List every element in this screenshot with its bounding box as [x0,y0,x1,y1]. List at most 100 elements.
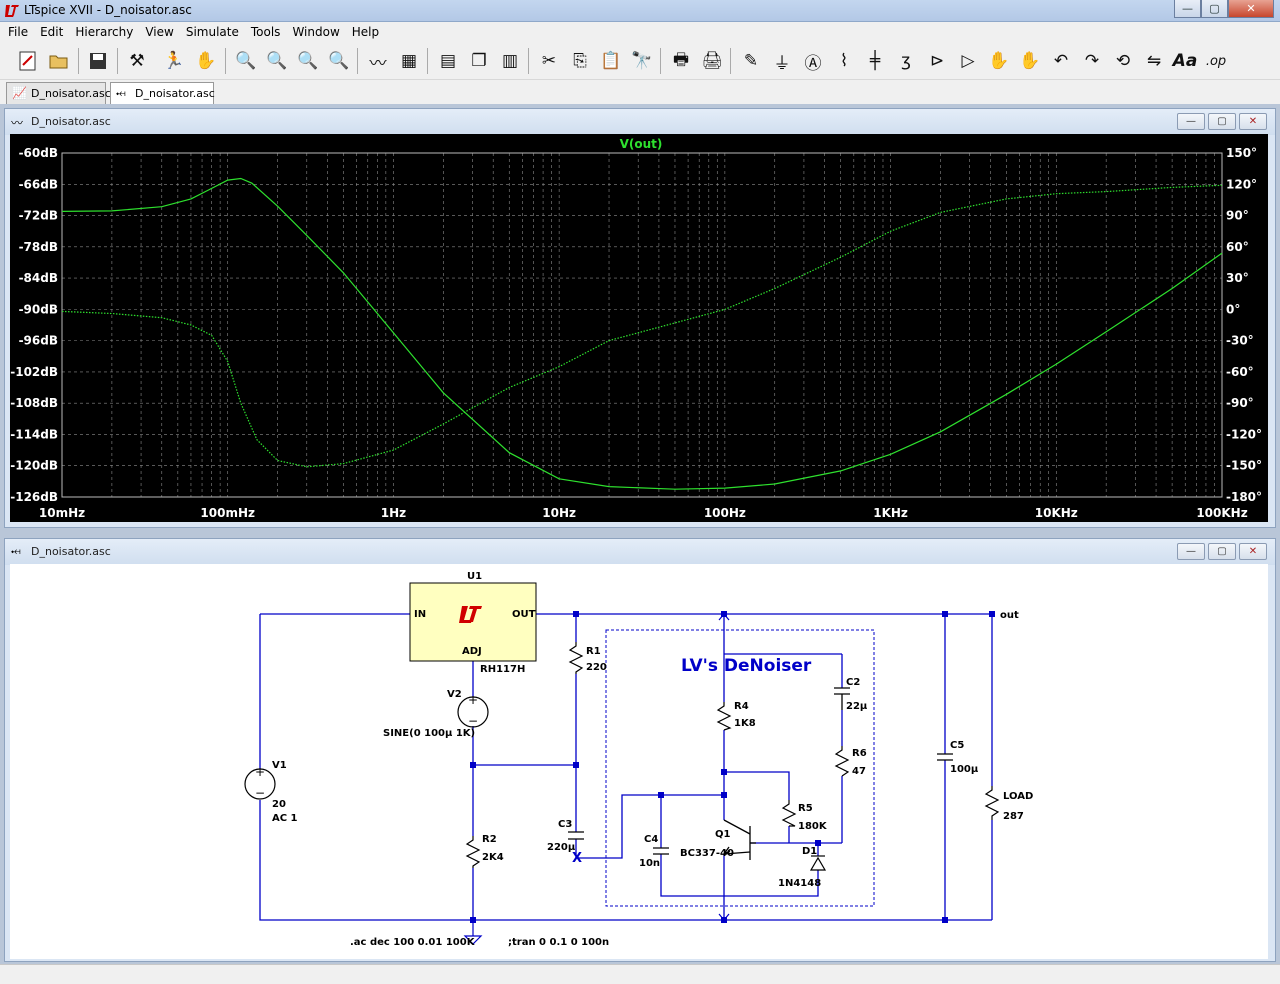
y-right-tick-label: -90° [1226,396,1254,410]
resistor-icon[interactable]: ⌇ [830,47,858,75]
find-icon[interactable]: 🔭 [628,47,656,75]
waveform-maximize-button[interactable]: ▢ [1208,113,1236,130]
svg-text:−: − [255,786,265,800]
text-icon[interactable]: Aa [1171,47,1199,75]
autorange-icon[interactable]: 〰 [364,47,392,75]
y-right-tick-label: 120° [1226,177,1257,191]
y-right-tick-label: 60° [1226,240,1249,254]
chart-title: V(out) [620,137,663,151]
paste-icon[interactable]: 📋 [597,47,625,75]
x-tick-label: 1Hz [381,506,406,520]
control-panel-icon[interactable]: ⚒ [123,47,151,75]
rotate-icon[interactable]: ⟲ [1109,47,1137,75]
y-left-tick-label: -126dB [10,490,58,504]
v1-extra: AC 1 [272,813,298,824]
c2-value: 22μ [846,701,868,712]
save-icon[interactable] [84,47,112,75]
ac-directive[interactable]: .ac dec 100 0.01 100K [350,937,476,948]
y-right-tick-label: -30° [1226,334,1254,348]
waveform-window-titlebar[interactable]: 〰 D_noisator.asc — ▢ ✕ [5,109,1275,135]
menu-hierarchy[interactable]: Hierarchy [69,25,139,39]
r5-resistor [781,800,797,827]
plot-grid [61,152,1222,498]
tran-directive[interactable]: ;tran 0 0.1 0 100n [508,937,609,948]
r2-resistor [465,836,481,868]
draw-wire-icon[interactable]: ✎ [737,47,765,75]
r6-ref: R6 [852,748,867,759]
r2-value: 2K4 [482,852,504,863]
schematic-minimize-button[interactable]: — [1177,543,1205,560]
no-connect-marker: X [572,851,582,866]
y-left-tick-label: -66dB [19,177,58,191]
halt-icon[interactable]: ✋ [192,47,220,75]
close-button[interactable]: ✕ [1228,0,1274,18]
tile-vertical-icon[interactable]: ▥ [496,47,524,75]
waveform-minimize-button[interactable]: — [1177,113,1205,130]
y-right-tick-label: -180° [1226,490,1262,504]
view-fft-icon[interactable]: ▦ [395,47,423,75]
spice-directive-icon[interactable]: .op [1202,47,1230,75]
ground-icon[interactable]: ⏚ [768,47,796,75]
zoom-cancel-icon[interactable]: 🔍 [325,47,353,75]
v2-source[interactable]: + − [457,693,489,728]
load-ref: LOAD [1003,791,1033,802]
schematic-close-button[interactable]: ✕ [1239,543,1267,560]
capacitor-icon[interactable]: ╪ [861,47,889,75]
x-tick-label: 1KHz [873,506,908,520]
open-icon[interactable] [45,47,73,75]
tab-schematic[interactable]: ⤟ D_noisator.asc [110,82,215,104]
menu-edit[interactable]: Edit [34,25,69,39]
y-left-tick-label: -84dB [19,271,58,285]
v1-value: 20 [272,799,286,810]
diode-icon[interactable]: ⊳ [923,47,951,75]
component-icon[interactable]: ▷ [954,47,982,75]
minimize-button[interactable]: — [1174,0,1201,18]
schematic-window-titlebar[interactable]: ⤟ D_noisator.asc — ▢ ✕ [5,539,1275,565]
net-out-label: out [1000,610,1019,621]
tab-label: D_noisator.asc [31,87,111,100]
menu-tools[interactable]: Tools [245,25,287,39]
cascade-icon[interactable]: ❐ [465,47,493,75]
print-icon[interactable]: 🖶 [667,47,695,75]
menu-file[interactable]: File [2,25,34,39]
d1-diode[interactable] [809,855,827,871]
tile-horizontal-icon[interactable]: ▤ [434,47,462,75]
print-setup-icon[interactable]: 🖨 [698,47,726,75]
move-icon[interactable]: ✋ [985,47,1013,75]
q1-value: BC337-40 [680,848,734,859]
menu-simulate[interactable]: Simulate [180,25,245,39]
v1-source[interactable]: + − [244,765,276,800]
new-schematic-icon[interactable] [14,47,42,75]
x-tick-label: 100KHz [1196,506,1247,520]
redo-icon[interactable]: ↷ [1078,47,1106,75]
y-left-tick-label: -102dB [10,365,58,379]
maximize-button[interactable]: ▢ [1201,0,1228,18]
waveform-close-button[interactable]: ✕ [1239,113,1267,130]
run-icon[interactable]: 🏃 [160,47,188,75]
y-left-tick-label: -78dB [19,240,58,254]
menu-window[interactable]: Window [286,25,345,39]
cut-icon[interactable]: ✂ [535,47,563,75]
u1-value: RH117H [480,664,525,675]
schematic-maximize-button[interactable]: ▢ [1208,543,1236,560]
zoom-in-icon[interactable]: 🔍 [232,47,260,75]
schematic-canvas[interactable]: + − + − X U1 IN OUT ADJ RH117H out V1 20… [10,564,1268,959]
undo-icon[interactable]: ↶ [1047,47,1075,75]
phase-trace [61,184,1223,468]
zoom-out-icon[interactable]: 🔍 [294,47,322,75]
y-left-tick-label: -96dB [19,334,58,348]
waveform-plot[interactable]: V(out) 10mHz 100mHz 1Hz 10Hz 100Hz 1KHz 10KHz 1… [10,134,1268,522]
window-title: LTspice XVII - D_noisator.asc [24,3,192,17]
drag-icon[interactable]: ✋ [1016,47,1044,75]
mirror-icon[interactable]: ⇋ [1140,47,1168,75]
zoom-full-icon[interactable]: 🔍 [263,47,291,75]
copy-icon[interactable]: ⎘ [566,47,594,75]
tab-waveform[interactable]: 📈 D_noisator.asc [6,82,111,104]
label-net-icon[interactable]: Ⓐ [799,47,827,75]
menu-help[interactable]: Help [346,25,385,39]
toolbar: ⚒ 🏃 ✋ 🔍 🔍 🔍 🔍 〰 ▦ ▤ ❐ ▥ ✂ ⎘ 📋 🔭 🖶 🖨 ✎ ⏚ … [0,42,1280,80]
inductor-icon[interactable]: ʒ [892,47,920,75]
menu-view[interactable]: View [139,25,179,39]
schematic-window-title: D_noisator.asc [31,545,111,558]
c3-ref: C3 [558,819,572,830]
